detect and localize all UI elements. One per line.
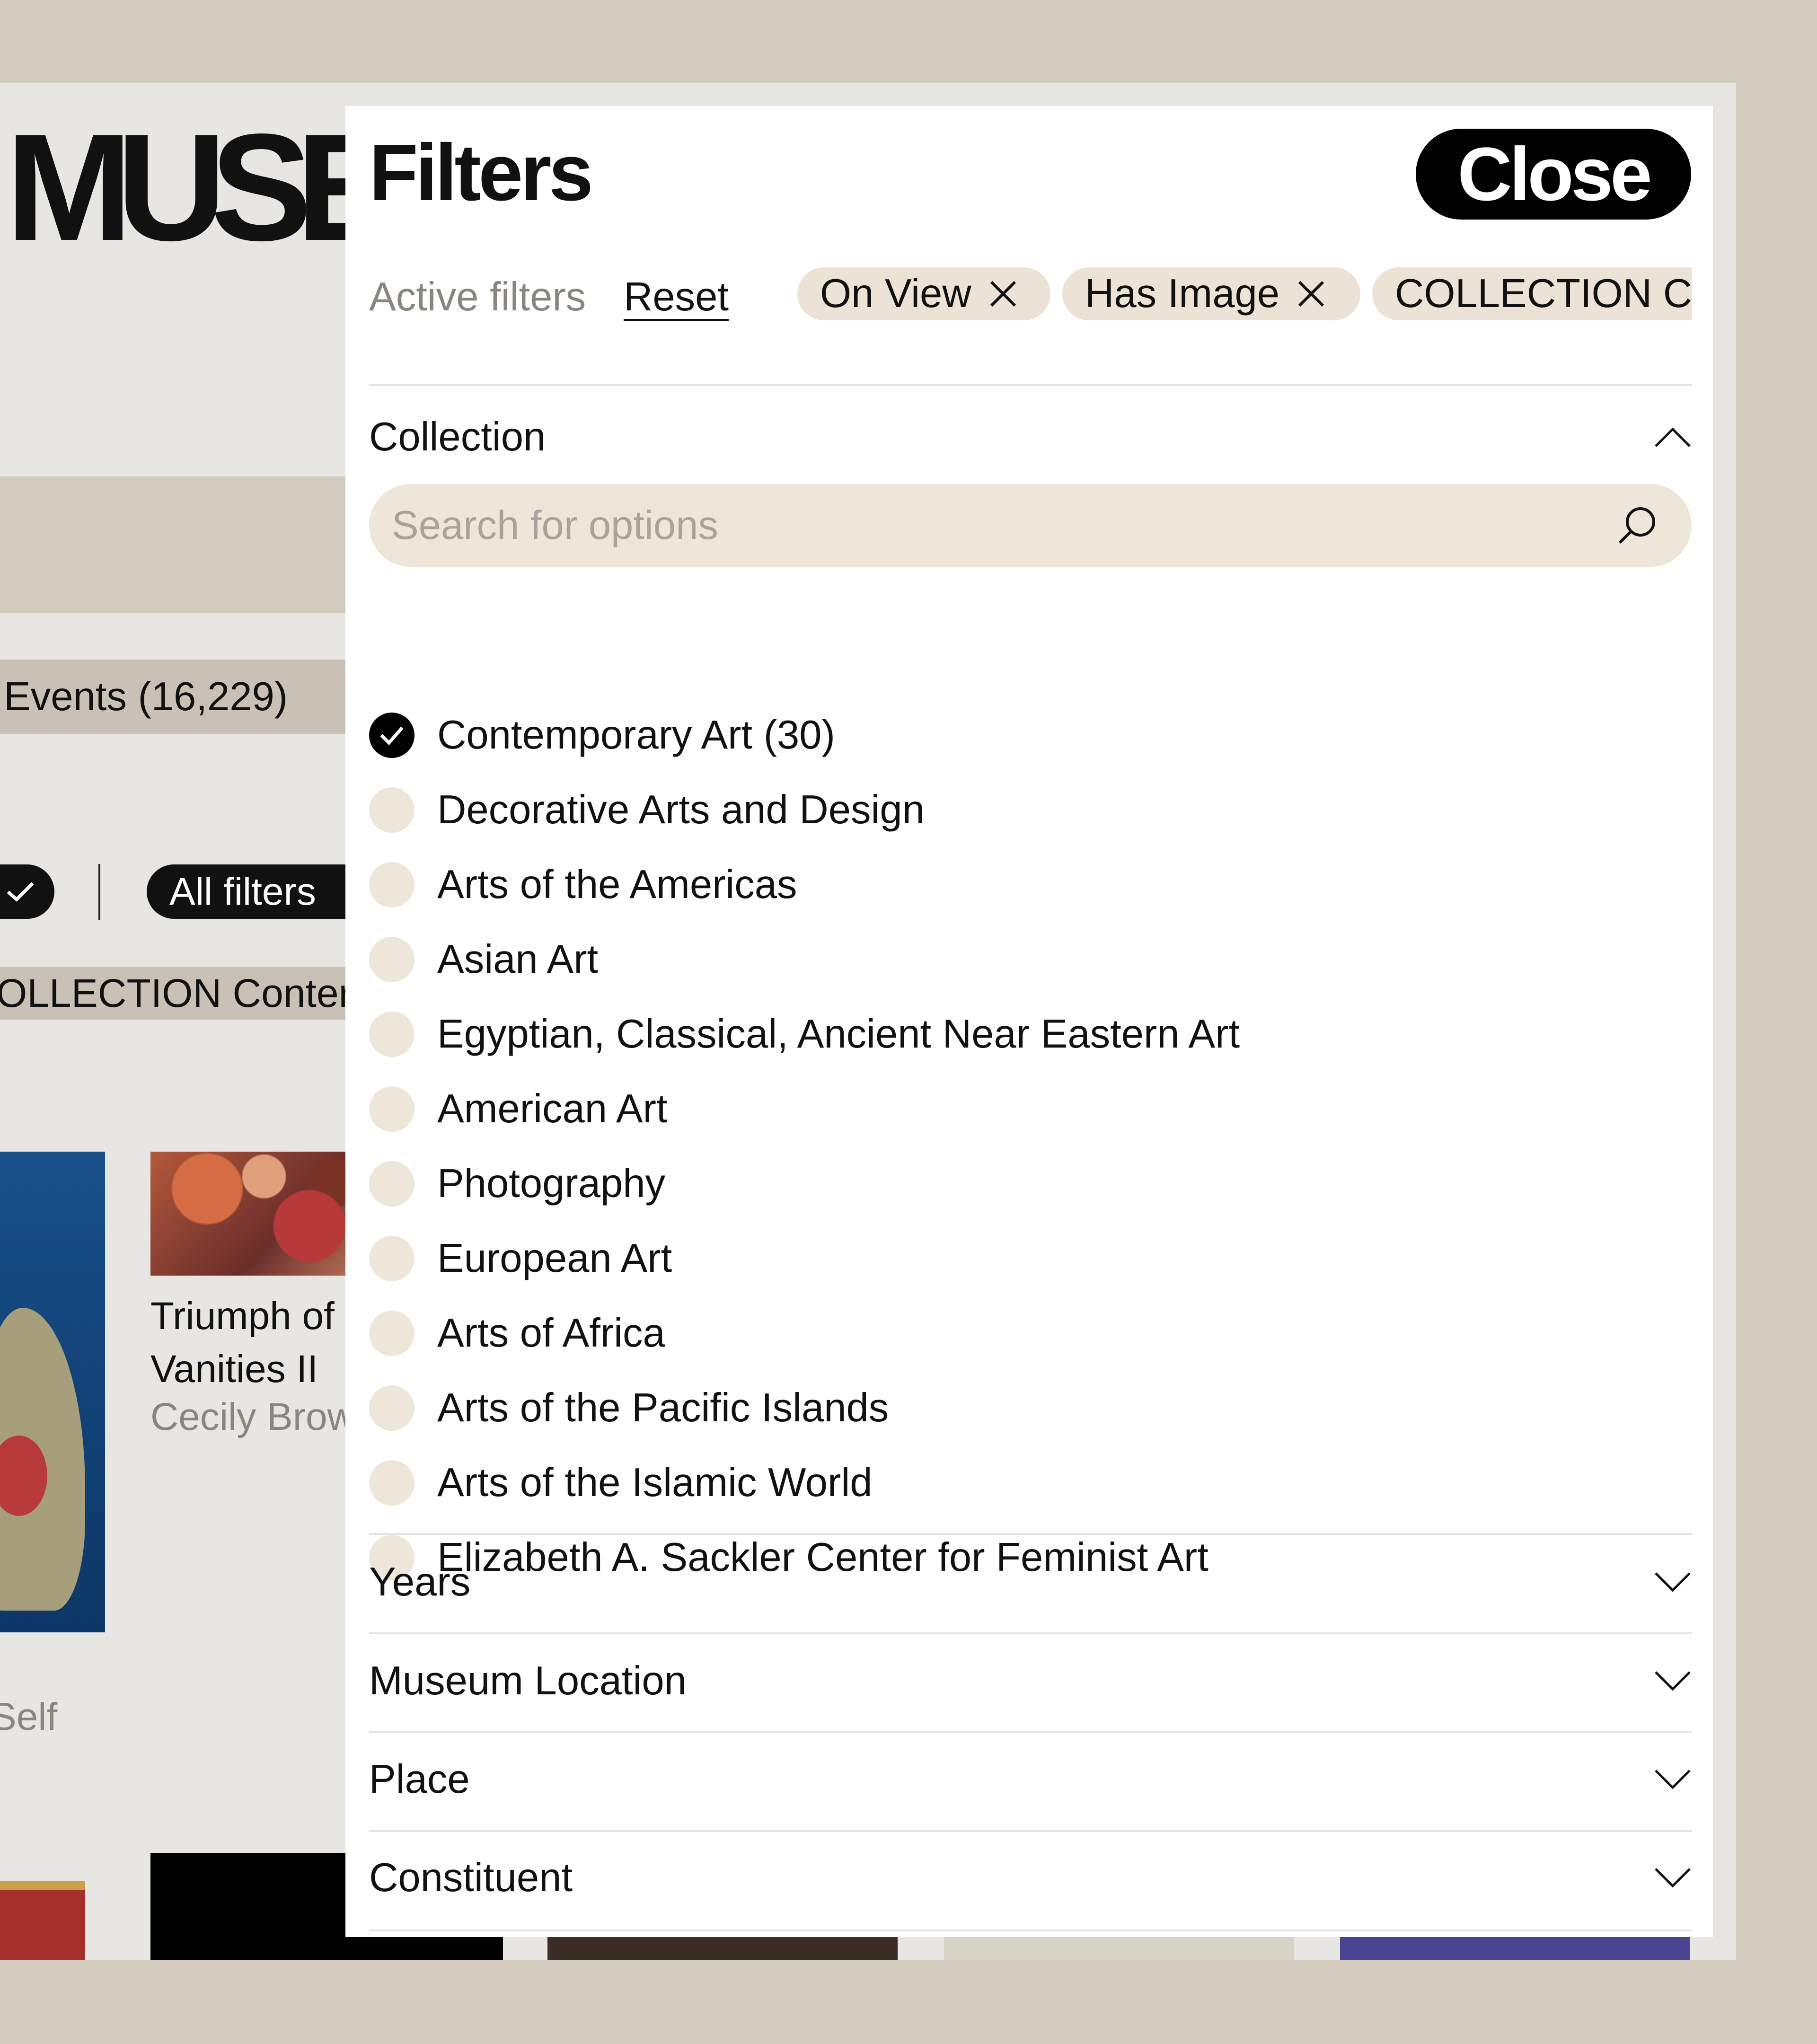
options-search-box [369, 484, 1692, 567]
divider [369, 384, 1692, 386]
artwork-title[interactable]: Triumph of Vanities II [150, 1290, 378, 1396]
option-asian-art[interactable]: Asian Art [369, 931, 1692, 988]
active-filters-label: Active filters [369, 274, 586, 319]
divider [369, 1632, 1692, 1634]
active-chip-has-image[interactable]: Has Image [1062, 267, 1360, 320]
artwork-thumbnail[interactable] [1340, 1933, 1690, 1960]
option-arts-of-africa[interactable]: Arts of Africa [369, 1305, 1692, 1362]
checkbox[interactable] [369, 787, 415, 833]
checkbox[interactable] [369, 1012, 415, 1057]
constituent-section-header[interactable]: Constituent [369, 1847, 1692, 1909]
toolbar-divider [98, 864, 100, 920]
artwork-thumbnail[interactable] [944, 1933, 1294, 1960]
option-european-art[interactable]: European Art [369, 1230, 1692, 1287]
chevron-down-icon[interactable] [1654, 1662, 1692, 1700]
check-toggle-button[interactable] [0, 864, 54, 919]
active-filters-row: Active filters Reset On View Has Image C… [369, 264, 1692, 321]
divider [369, 1533, 1692, 1535]
check-icon [380, 726, 404, 746]
artwork-thumbnail[interactable] [0, 1152, 105, 1632]
checkbox[interactable] [369, 1311, 415, 1356]
chevron-up-icon[interactable] [1654, 418, 1692, 456]
years-section-header[interactable]: Years [369, 1551, 1692, 1613]
checkbox[interactable] [369, 1086, 415, 1132]
remove-x-icon[interactable] [1297, 279, 1326, 308]
place-section-header[interactable]: Place [369, 1749, 1692, 1810]
artwork-thumbnail[interactable] [150, 1152, 378, 1276]
option-egyptian-classical[interactable]: Egyptian, Classical, Ancient Near Easter… [369, 1006, 1692, 1063]
option-decorative-arts[interactable]: Decorative Arts and Design [369, 782, 1692, 838]
active-chip-collection[interactable]: COLLECTION Co [1372, 267, 1692, 320]
close-button[interactable]: Close [1416, 129, 1691, 220]
collection-section-header[interactable]: Collection [369, 409, 1692, 466]
checkbox[interactable] [369, 1161, 415, 1207]
artwork-thumbnail[interactable] [547, 1933, 898, 1960]
divider [369, 1731, 1692, 1733]
section-label: Collection [369, 414, 546, 459]
checkbox[interactable] [369, 862, 415, 907]
option-arts-of-the-americas[interactable]: Arts of the Americas [369, 856, 1692, 913]
option-american-art[interactable]: American Art [369, 1081, 1692, 1137]
check-icon [7, 882, 34, 902]
reset-link[interactable]: Reset [624, 274, 729, 320]
option-arts-of-the-islamic-world[interactable]: Arts of the Islamic World [369, 1454, 1692, 1511]
search-icon[interactable] [1616, 504, 1658, 549]
active-chip-on-view[interactable]: On View [797, 267, 1050, 320]
filters-panel: Filters Close Active filters Reset On Vi… [345, 106, 1713, 1937]
checkbox[interactable] [369, 1385, 415, 1431]
chevron-down-icon[interactable] [1654, 1761, 1692, 1798]
divider [369, 1830, 1692, 1832]
museum-location-section-header[interactable]: Museum Location [369, 1650, 1692, 1712]
checkbox[interactable] [369, 937, 415, 982]
option-contemporary-art[interactable]: Contemporary Art (30) [369, 707, 1692, 764]
divider [369, 1929, 1692, 1931]
background-band [0, 476, 379, 613]
collection-filter-tag[interactable]: OLLECTION Conter [0, 967, 379, 1020]
chevron-down-icon[interactable] [1654, 1563, 1692, 1601]
panel-title: Filters [369, 128, 593, 218]
artwork-thumbnail[interactable] [0, 1881, 85, 1960]
checkbox-checked[interactable] [369, 713, 415, 758]
options-search-input[interactable] [392, 484, 1575, 567]
checkbox[interactable] [369, 1236, 415, 1281]
chevron-down-icon[interactable] [1654, 1859, 1692, 1897]
option-photography[interactable]: Photography [369, 1155, 1692, 1212]
option-arts-of-the-pacific-islands[interactable]: Arts of the Pacific Islands [369, 1380, 1692, 1436]
artwork-caption: Self [0, 1695, 58, 1738]
checkbox[interactable] [369, 1460, 415, 1506]
events-tab[interactable]: Events (16,229) [0, 660, 379, 734]
artwork-artist: Cecily Brow [150, 1395, 355, 1438]
remove-x-icon[interactable] [988, 279, 1018, 308]
